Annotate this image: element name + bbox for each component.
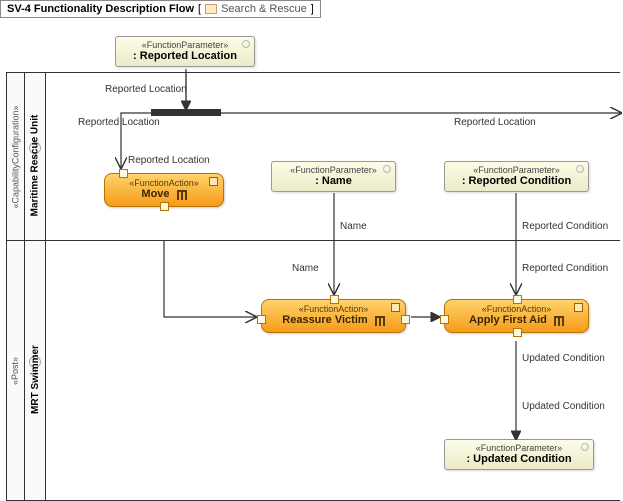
diagram-icon bbox=[205, 4, 217, 14]
stereotype-label: «FunctionAction» bbox=[270, 304, 397, 314]
edge-label: Reported Location bbox=[78, 117, 160, 128]
note-icon bbox=[581, 443, 589, 451]
output-pin-right[interactable] bbox=[401, 315, 410, 324]
diagram-title: SV-4 Functionality Description Flow bbox=[7, 3, 194, 15]
lane1-outer-label: «CapabilityConfiguration» bbox=[7, 73, 25, 240]
note-icon bbox=[576, 165, 584, 173]
lane2-name: MRT Swimmer bbox=[30, 345, 41, 414]
action-name: Move bbox=[113, 188, 215, 200]
input-pin-left[interactable] bbox=[257, 315, 266, 324]
lane1-inner-label: Maritime Rescue Unit bbox=[25, 73, 46, 240]
param-name: : Reported Location bbox=[122, 50, 248, 62]
input-pin[interactable] bbox=[119, 169, 128, 178]
lane2-inner-label: MRT Swimmer bbox=[25, 241, 46, 500]
rake-icon bbox=[375, 316, 385, 324]
lane2-stereotype: «Post» bbox=[11, 356, 21, 384]
action-name: Apply First Aid bbox=[453, 314, 580, 326]
edge-label: Reported Condition bbox=[522, 263, 608, 274]
rake-icon bbox=[177, 190, 187, 198]
lane2-canvas: «FunctionAction» Reassure Victim «Functi… bbox=[46, 241, 620, 500]
link-icon bbox=[209, 177, 218, 186]
fork-bar[interactable] bbox=[151, 109, 221, 116]
edge-label: Updated Condition bbox=[522, 353, 605, 364]
stereotype-label: «FunctionAction» bbox=[453, 304, 580, 314]
stereotype-label: «FunctionParameter» bbox=[451, 443, 587, 453]
action-apply-first-aid[interactable]: «FunctionAction» Apply First Aid bbox=[444, 299, 589, 333]
lane1-canvas: «FunctionAction» Move «FunctionParameter… bbox=[46, 73, 620, 240]
param-updated-condition[interactable]: «FunctionParameter» : Updated Condition bbox=[444, 439, 594, 470]
edge-label: Reported Location bbox=[454, 117, 536, 128]
note-icon bbox=[383, 165, 391, 173]
input-pin-left[interactable] bbox=[440, 315, 449, 324]
edge-label: Name bbox=[292, 263, 319, 274]
lane1-name: Maritime Rescue Unit bbox=[30, 115, 41, 217]
lane1-stereotype: «CapabilityConfiguration» bbox=[11, 105, 21, 208]
stereotype-label: «FunctionParameter» bbox=[451, 165, 582, 175]
diagram-title-tab: SV-4 Functionality Description Flow [ Se… bbox=[0, 0, 321, 18]
link-icon bbox=[391, 303, 400, 312]
lane2-outer-label: «Post» bbox=[7, 241, 25, 500]
param-label: : Updated Condition bbox=[451, 453, 587, 465]
action-reassure-victim[interactable]: «FunctionAction» Reassure Victim bbox=[261, 299, 406, 333]
edge-label: Reported Condition bbox=[522, 221, 608, 232]
output-pin-bottom[interactable] bbox=[513, 328, 522, 337]
note-icon bbox=[242, 40, 250, 48]
input-pin-top[interactable] bbox=[330, 295, 339, 304]
output-pin[interactable] bbox=[160, 202, 169, 211]
edge-label: Name bbox=[340, 221, 367, 232]
action-name: Reassure Victim bbox=[270, 314, 397, 326]
param-reported-condition[interactable]: «FunctionParameter» : Reported Condition bbox=[444, 161, 589, 192]
edge-label: Reported Location bbox=[128, 155, 210, 166]
stereotype-label: «FunctionParameter» bbox=[278, 165, 389, 175]
param-label: : Reported Condition bbox=[451, 175, 582, 187]
param-label: : Name bbox=[278, 175, 389, 187]
stereotype-label: «FunctionParameter» bbox=[122, 40, 248, 50]
input-pin-top[interactable] bbox=[513, 295, 522, 304]
param-name[interactable]: «FunctionParameter» : Name bbox=[271, 161, 396, 192]
link-icon bbox=[574, 303, 583, 312]
action-move[interactable]: «FunctionAction» Move bbox=[104, 173, 224, 207]
diagram-context: Search & Rescue bbox=[221, 3, 307, 15]
edge-label: Updated Condition bbox=[522, 401, 605, 412]
edge-label: Reported Location bbox=[105, 84, 187, 95]
param-reported-location[interactable]: «FunctionParameter» : Reported Location bbox=[115, 36, 255, 67]
swimlane-container: «CapabilityConfiguration» Maritime Rescu… bbox=[6, 72, 620, 501]
rake-icon bbox=[554, 316, 564, 324]
swimlane-maritime-rescue-unit: «CapabilityConfiguration» Maritime Rescu… bbox=[7, 73, 620, 241]
stereotype-label: «FunctionAction» bbox=[113, 178, 215, 188]
swimlane-mrt-swimmer: «Post» MRT Swimmer «FunctionAction» Reas… bbox=[7, 241, 620, 501]
